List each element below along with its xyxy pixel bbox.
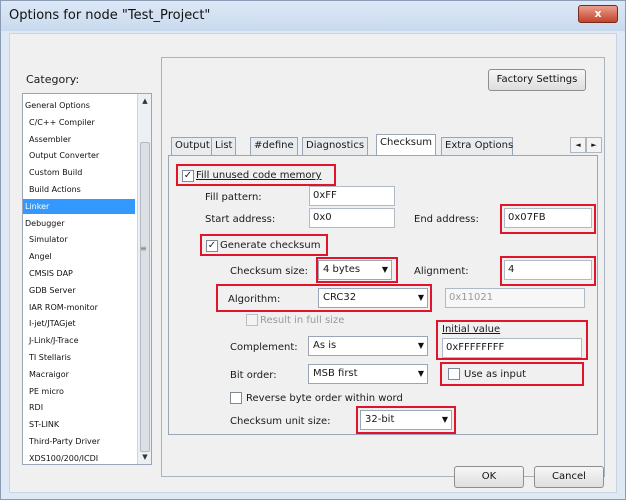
alignment-label: Alignment: <box>414 266 469 277</box>
tab-extra-options[interactable]: Extra Options <box>441 137 513 155</box>
bit-order-label: Bit order: <box>230 370 277 381</box>
chevron-down-icon: ▼ <box>417 369 424 378</box>
category-item[interactable]: IAR ROM-monitor <box>23 300 135 315</box>
reverse-byte-order-label: Reverse byte order within word <box>246 393 403 404</box>
scroll-down-icon[interactable]: ▼ <box>138 450 151 464</box>
bit-order-select[interactable]: MSB first ▼ <box>308 364 428 384</box>
ok-button[interactable]: OK <box>454 466 524 488</box>
complement-select[interactable]: As is ▼ <box>308 336 428 356</box>
category-item[interactable]: Custom Build <box>23 165 135 180</box>
fill-pattern-label: Fill pattern: <box>205 192 262 203</box>
highlight-use-as-input <box>440 362 584 386</box>
highlight-fill-unused <box>176 164 336 186</box>
category-label: Category: <box>26 73 80 86</box>
category-item[interactable]: Output Converter <box>23 148 135 163</box>
scroll-up-icon[interactable]: ▲ <box>138 94 151 108</box>
reverse-byte-order-checkbox[interactable] <box>230 392 242 404</box>
result-full-size-label: Result in full size <box>260 315 345 326</box>
complement-value: As is <box>313 340 337 351</box>
category-item[interactable]: XDS100/200/ICDI <box>23 451 135 464</box>
category-item[interactable]: PE micro <box>23 384 135 399</box>
start-address-field[interactable]: 0x0 <box>309 208 395 228</box>
highlight-algorithm <box>216 284 432 312</box>
factory-settings-button[interactable]: Factory Settings <box>488 69 586 91</box>
checksum-size-label: Checksum size: <box>230 266 308 277</box>
tab-output[interactable]: Output <box>171 137 214 155</box>
category-item[interactable]: Angel <box>23 249 135 264</box>
highlight-unit-size <box>356 406 456 434</box>
chevron-down-icon: ▼ <box>417 341 424 350</box>
highlight-initial-value <box>436 320 588 360</box>
tab-scroll-right-icon[interactable]: ► <box>586 137 602 153</box>
category-item[interactable]: General Options <box>23 98 135 113</box>
bit-order-value: MSB first <box>313 368 358 379</box>
unit-size-label: Checksum unit size: <box>230 416 331 427</box>
start-address-label: Start address: <box>205 214 276 225</box>
category-item[interactable]: C/C++ Compiler <box>23 115 135 130</box>
category-item[interactable]: Debugger <box>23 216 135 231</box>
category-item[interactable]: GDB Server <box>23 283 135 298</box>
category-item[interactable]: Linker <box>23 198 135 214</box>
fill-pattern-field[interactable]: 0xFF <box>309 186 395 206</box>
category-item[interactable]: RDI <box>23 400 135 415</box>
close-button[interactable]: x <box>578 5 618 23</box>
tab-checksum[interactable]: Checksum <box>376 134 437 156</box>
end-address-label: End address: <box>414 214 479 225</box>
polynomial-field: 0x11021 <box>445 288 585 308</box>
category-item[interactable]: Assembler <box>23 132 135 147</box>
category-item[interactable]: Macraigor <box>23 367 135 382</box>
highlight-alignment <box>500 256 596 286</box>
cancel-button[interactable]: Cancel <box>534 466 604 488</box>
category-list[interactable]: General Options C/C++ Compiler Assembler Ou… <box>22 93 152 465</box>
category-item[interactable]: ST-LINK <box>23 417 135 432</box>
tab-list[interactable]: List <box>211 137 237 155</box>
category-item[interactable]: Third-Party Driver <box>23 434 135 449</box>
highlight-checksum-size <box>316 257 398 283</box>
category-item[interactable]: CMSIS DAP <box>23 266 135 281</box>
scroll-thumb[interactable] <box>140 142 150 452</box>
tab-define[interactable]: #define <box>250 137 298 155</box>
category-item[interactable]: J-Link/J-Trace <box>23 333 135 348</box>
tab-diagnostics[interactable]: Diagnostics <box>302 137 369 155</box>
title-bar: Options for node "Test_Project" x <box>1 1 625 31</box>
category-scrollbar[interactable]: ▲ ≡ ▼ <box>137 94 151 464</box>
highlight-generate-checksum <box>200 234 328 256</box>
category-item[interactable]: Build Actions <box>23 182 135 197</box>
close-icon: x <box>594 7 602 20</box>
window-title: Options for node "Test_Project" <box>9 8 211 23</box>
highlight-end-address <box>500 204 596 234</box>
complement-label: Complement: <box>230 342 298 353</box>
category-item[interactable]: Simulator <box>23 232 135 247</box>
category-item[interactable]: I-jet/JTAGjet <box>23 316 135 331</box>
scroll-grip-icon: ≡ <box>140 244 147 253</box>
result-full-size-checkbox <box>246 314 258 326</box>
category-item[interactable]: TI Stellaris <box>23 350 135 365</box>
tab-scroll-left-icon[interactable]: ◄ <box>570 137 586 153</box>
